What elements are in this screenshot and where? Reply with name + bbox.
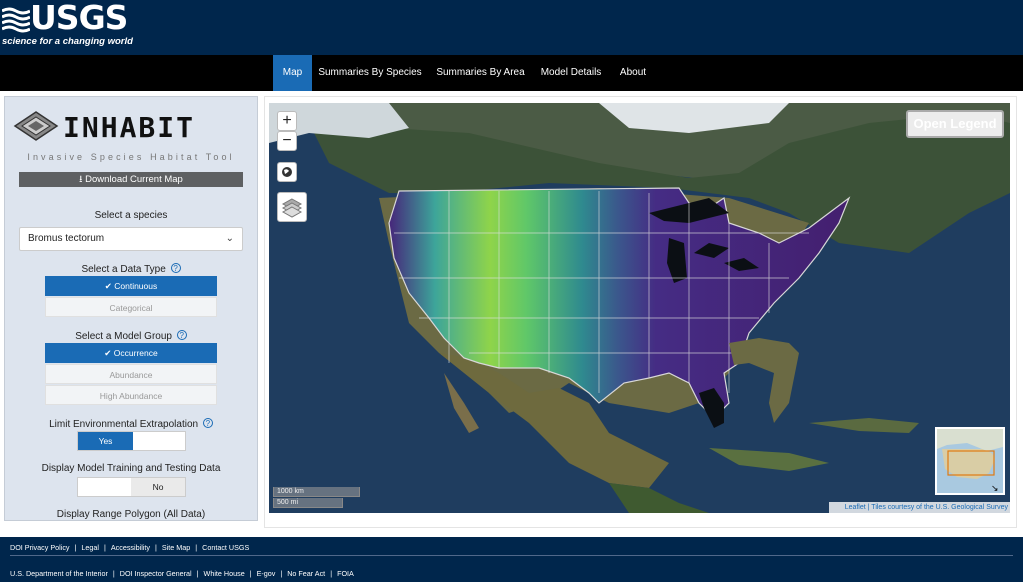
- open-legend-label: Open Legend: [913, 116, 997, 131]
- app-title: INHABIT: [63, 111, 196, 144]
- site-footer: DOI Privacy Policy | Legal | Accessibility | S…: [0, 537, 1023, 582]
- footer-link-accessibility[interactable]: Accessibility: [111, 543, 150, 552]
- extrapolation-label-row: Limit Environmental Extrapolation ?: [5, 418, 257, 430]
- nav-model-details[interactable]: Model Details: [536, 55, 606, 91]
- attribution-text: | Tiles courtesy of the: [865, 504, 936, 511]
- training-data-toggle[interactable]: No: [77, 477, 186, 497]
- satellite-basemap: [269, 103, 1010, 513]
- footer-link-contact[interactable]: Contact USGS: [202, 543, 249, 552]
- model-group-label-row: Select a Model Group ?: [5, 330, 257, 342]
- species-select[interactable]: Bromus tectorum ⌄: [19, 227, 243, 251]
- footer-links-row-2: U.S. Department of the Interior | DOI Insp…: [10, 569, 354, 578]
- scale-bar-mi: 500 mi: [273, 498, 343, 508]
- download-map-button[interactable]: ⭳ Download Current Map: [19, 172, 243, 187]
- leaflet-link[interactable]: Leaflet: [845, 504, 866, 511]
- logo-text: USGS: [30, 0, 128, 37]
- logo-tagline: science for a changing world: [2, 36, 133, 47]
- footer-divider: [10, 555, 1013, 556]
- option-continuous[interactable]: ✔ Continuous: [45, 276, 217, 296]
- chevron-down-icon: ⌄: [225, 233, 234, 244]
- map-attribution: Leaflet | Tiles courtesy of the U.S. Geo…: [829, 502, 1010, 513]
- extrapolation-label: Limit Environmental Extrapolation: [49, 419, 199, 430]
- species-value: Bromus tectorum: [28, 233, 105, 244]
- nav-about[interactable]: About: [614, 55, 652, 91]
- globe-icon: [282, 167, 292, 177]
- layers-button[interactable]: [277, 192, 307, 222]
- training-data-label: Display Model Training and Testing Data: [41, 463, 221, 474]
- main-nav: Map Summaries By Species Summaries By Ar…: [0, 55, 1023, 91]
- data-type-label-row: Select a Data Type ?: [5, 263, 257, 275]
- footer-link-privacy[interactable]: DOI Privacy Policy: [10, 543, 70, 552]
- usgs-wave-icon: [2, 7, 30, 33]
- open-legend-button[interactable]: Open Legend: [906, 110, 1004, 138]
- layers-icon: [281, 198, 303, 218]
- scale-bar-km: 1000 km: [273, 487, 360, 497]
- option-abundance[interactable]: Abundance: [45, 364, 217, 384]
- zoom-out-button[interactable]: −: [277, 131, 297, 151]
- footer-link-sitemap[interactable]: Site Map: [162, 543, 190, 552]
- nav-summaries-by-species[interactable]: Summaries By Species: [315, 55, 425, 91]
- nav-map[interactable]: Map: [273, 55, 312, 91]
- nav-summaries-by-area[interactable]: Summaries By Area: [433, 55, 528, 91]
- model-group-label: Select a Model Group: [75, 331, 172, 342]
- footer-links-row-1: DOI Privacy Policy | Legal | Accessibility | S…: [10, 543, 250, 552]
- inhabit-logo-icon: [13, 111, 59, 141]
- toggle-no[interactable]: No: [131, 478, 185, 496]
- option-categorical[interactable]: Categorical: [45, 297, 217, 317]
- species-label: Select a species: [94, 210, 168, 221]
- footer-link-legal[interactable]: Legal: [81, 543, 99, 552]
- range-polygon-label: Display Range Polygon (All Data): [56, 509, 206, 520]
- minimap[interactable]: ↘: [935, 427, 1005, 495]
- footer-link-foia[interactable]: FOIA: [337, 569, 354, 578]
- option-continuous-label: Continuous: [114, 281, 158, 291]
- site-header: USGS science for a changing world: [0, 0, 1023, 55]
- option-occurrence[interactable]: ✔ Occurrence: [45, 343, 217, 363]
- toggle-yes[interactable]: Yes: [78, 432, 133, 450]
- footer-link-inspector[interactable]: DOI Inspector General: [120, 569, 192, 578]
- habitat-map[interactable]: [269, 103, 1010, 513]
- download-icon: ⭳: [79, 174, 83, 185]
- footer-link-nofear[interactable]: No Fear Act: [287, 569, 325, 578]
- footer-link-doi[interactable]: U.S. Department of the Interior: [10, 569, 108, 578]
- help-icon[interactable]: ?: [202, 418, 213, 428]
- download-label: Download Current Map: [85, 174, 183, 185]
- help-icon[interactable]: ?: [176, 330, 187, 340]
- zoom-in-button[interactable]: +: [277, 111, 297, 131]
- check-icon: ✔: [104, 348, 112, 358]
- minimap-view: ↘: [937, 429, 1003, 493]
- usgs-tiles-link[interactable]: U.S. Geological Survey: [936, 504, 1008, 511]
- help-icon[interactable]: ?: [170, 263, 181, 273]
- footer-link-egov[interactable]: E-gov: [257, 569, 276, 578]
- footer-link-whitehouse[interactable]: White House: [204, 569, 245, 578]
- globe-home-button[interactable]: [277, 162, 297, 182]
- app-subtitle: Invasive Species Habitat Tool: [27, 152, 235, 162]
- extrapolation-toggle[interactable]: Yes: [77, 431, 186, 451]
- control-sidebar: INHABIT Invasive Species Habitat Tool ⭳ …: [4, 96, 258, 521]
- option-high-abundance[interactable]: High Abundance: [45, 385, 217, 405]
- data-type-label: Select a Data Type: [81, 264, 166, 275]
- option-occurrence-label: Occurrence: [113, 348, 158, 358]
- minimap-toggle-icon: ↘: [991, 484, 999, 493]
- check-icon: ✔: [104, 281, 112, 291]
